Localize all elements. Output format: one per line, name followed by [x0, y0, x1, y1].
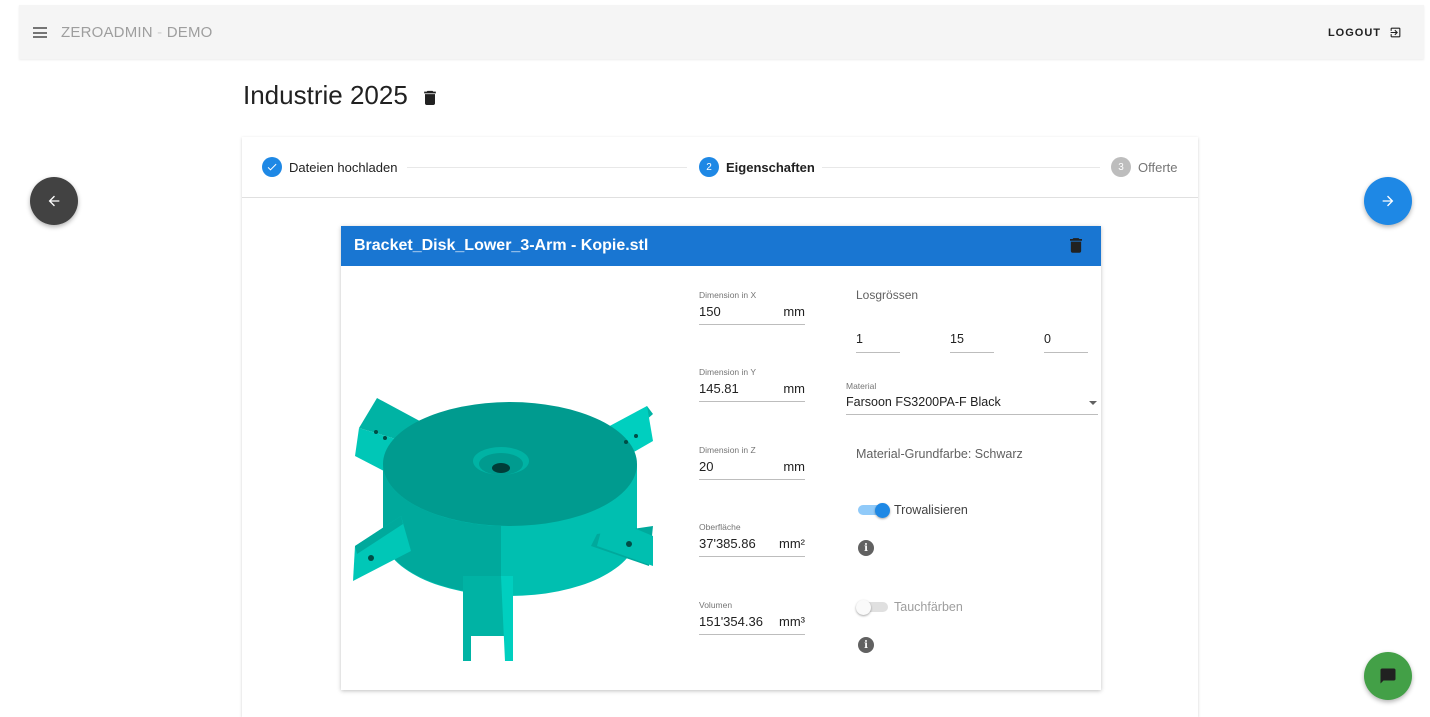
- material-base-color: Material-Grundfarbe: Schwarz: [856, 447, 1023, 461]
- top-app-bar: ZEROADMIN - DEMO LOGOUT: [19, 5, 1424, 59]
- dimension-y-label: Dimension in Y: [699, 367, 757, 377]
- step-offer[interactable]: 3 Offerte: [1111, 157, 1178, 177]
- dimension-y-value: 145.81: [699, 381, 739, 396]
- material-value: Farsoon FS3200PA-F Black: [846, 395, 1001, 409]
- brand-separator: -: [152, 24, 167, 41]
- chat-icon: [1380, 668, 1396, 684]
- surface-field[interactable]: Oberfläche 37'385.86 mm²: [699, 522, 805, 557]
- brand-suffix: DEMO: [166, 24, 213, 41]
- delete-file-icon[interactable]: [1070, 237, 1082, 253]
- dimension-z-unit: mm: [783, 459, 805, 474]
- lot-sizes-label: Losgrössen: [856, 288, 919, 302]
- step-label: Offerte: [1138, 159, 1178, 175]
- volume-value: 151'354.36: [699, 614, 763, 629]
- surface-unit: mm²: [779, 536, 805, 551]
- tauchfaerben-toggle[interactable]: [856, 600, 890, 615]
- stepper: Dateien hochladen 2 Eigenschaften 3 Offe…: [242, 137, 1198, 198]
- step-upload[interactable]: Dateien hochladen: [262, 157, 397, 177]
- model-preview[interactable]: [351, 386, 661, 666]
- trowalisieren-toggle[interactable]: [856, 503, 890, 518]
- dimension-z-value: 20: [699, 459, 714, 474]
- chat-button[interactable]: [1364, 652, 1412, 700]
- material-label: Material: [846, 381, 877, 391]
- brand-name: ZEROADMIN: [61, 24, 153, 41]
- tauchfaerben-label: Tauchfärben: [894, 600, 963, 614]
- step-number: 2: [699, 157, 719, 177]
- info-icon[interactable]: i: [858, 540, 874, 556]
- dimension-x-field[interactable]: Dimension in X 150 mm: [699, 290, 805, 325]
- project-name: Industrie 2025: [243, 80, 408, 110]
- page-title: Industrie 2025: [243, 80, 436, 111]
- app-brand: ZEROADMIN - DEMO: [61, 24, 213, 41]
- back-button[interactable]: [30, 177, 78, 225]
- step-label: Eigenschaften: [726, 159, 815, 175]
- arrow-left-icon: [48, 195, 60, 207]
- file-card: Bracket_Disk_Lower_3-Arm - Kopie.stl Dim…: [341, 226, 1101, 690]
- dimension-z-label: Dimension in Z: [699, 445, 756, 455]
- info-icon[interactable]: i: [858, 637, 874, 653]
- step-connector: [822, 167, 1100, 168]
- dimension-x-value: 150: [699, 304, 721, 319]
- dimension-y-unit: mm: [783, 381, 805, 396]
- dimension-x-label: Dimension in X: [699, 290, 757, 300]
- lot-size-input-2[interactable]: 15: [950, 332, 994, 353]
- file-name: Bracket_Disk_Lower_3-Arm - Kopie.stl: [354, 237, 649, 254]
- logout-label: LOGOUT: [1327, 26, 1381, 39]
- logout-button[interactable]: LOGOUT: [1328, 26, 1402, 39]
- file-card-header: Bracket_Disk_Lower_3-Arm - Kopie.stl: [341, 226, 1101, 266]
- trowalisieren-label: Trowalisieren: [894, 503, 968, 517]
- dimension-y-field[interactable]: Dimension in Y 145.81 mm: [699, 367, 805, 402]
- dimension-x-unit: mm: [783, 304, 805, 319]
- surface-label: Oberfläche: [699, 522, 741, 532]
- step-properties[interactable]: 2 Eigenschaften: [699, 157, 815, 177]
- step-label: Dateien hochladen: [289, 159, 398, 175]
- step-number: 3: [1111, 157, 1131, 177]
- surface-value: 37'385.86: [699, 536, 756, 551]
- step-connector: [407, 167, 687, 168]
- volume-label: Volumen: [699, 600, 733, 610]
- dimension-z-field[interactable]: Dimension in Z 20 mm: [699, 445, 805, 480]
- material-select[interactable]: Material Farsoon FS3200PA-F Black: [846, 381, 1098, 415]
- dropdown-arrow-icon: [1089, 401, 1097, 405]
- volume-unit: mm³: [779, 614, 805, 629]
- delete-project-icon[interactable]: [423, 90, 436, 105]
- logout-icon: [1390, 27, 1401, 38]
- next-button[interactable]: [1364, 177, 1412, 225]
- lot-size-input-3[interactable]: 0: [1044, 332, 1088, 353]
- check-icon: [262, 157, 282, 177]
- volume-field[interactable]: Volumen 151'354.36 mm³: [699, 600, 805, 635]
- arrow-right-icon: [1382, 195, 1394, 207]
- menu-icon[interactable]: [33, 27, 47, 38]
- lot-size-input-1[interactable]: 1: [856, 332, 900, 353]
